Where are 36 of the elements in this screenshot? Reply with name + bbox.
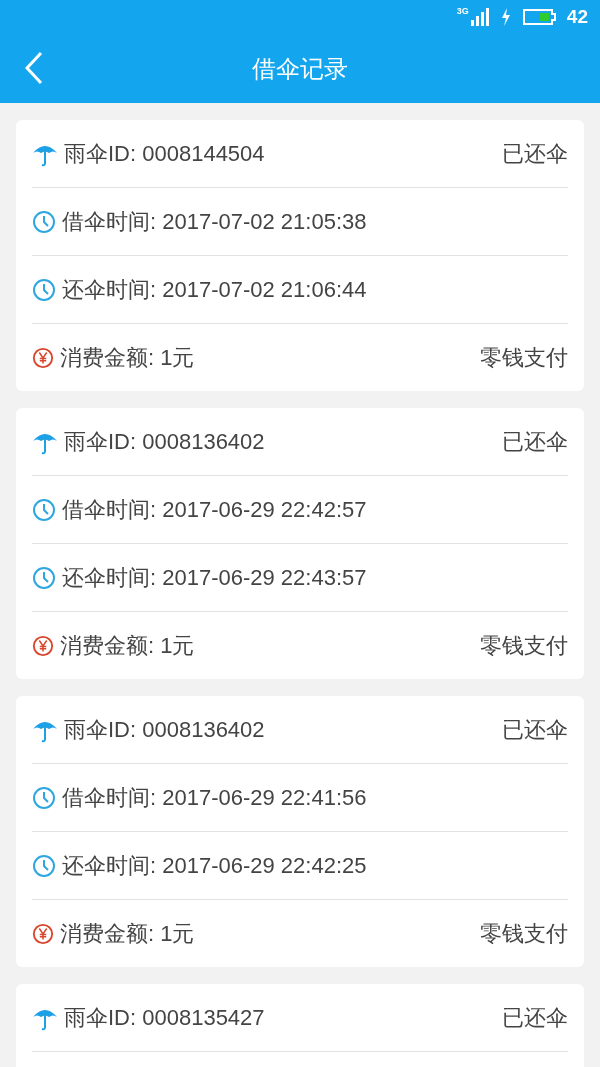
record-field: 还伞时间: 2017-06-29 22:42:25: [62, 850, 568, 881]
record-status: 已还伞: [502, 139, 568, 168]
clock-icon: [32, 497, 56, 522]
charging-icon: [500, 8, 511, 26]
record-status: 零钱支付: [480, 919, 568, 948]
record-field: 还伞时间: 2017-07-02 21:06:44: [62, 274, 568, 305]
record-status: 已还伞: [502, 1003, 568, 1032]
record-field: 消费金额: 1元: [60, 918, 480, 949]
battery-icon: [520, 8, 557, 26]
record-field: 还伞时间: 2017-06-29 22:43:57: [62, 562, 568, 593]
yen-icon: [32, 922, 54, 945]
clock-icon: [32, 277, 56, 302]
record-status: 零钱支付: [480, 631, 568, 660]
page-title: 借伞记录: [252, 53, 348, 84]
record-status: 已还伞: [502, 715, 568, 744]
record-field: 雨伞ID: 0008135427: [64, 1002, 502, 1033]
clock-icon: [32, 209, 56, 234]
back-icon: [25, 51, 43, 85]
record-field: 消费金额: 1元: [60, 342, 480, 373]
record-status: 零钱支付: [480, 343, 568, 372]
record-field: 借伞时间: 2017-07-02 21:05:38: [62, 206, 568, 237]
record-field: 雨伞ID: 0008136402: [64, 714, 502, 745]
clock-icon: [32, 785, 56, 810]
clock-icon: [32, 853, 56, 878]
record-field: 消费金额: 1元: [60, 630, 480, 661]
record-field: 借伞时间: 2017-06-29 22:42:57: [62, 494, 568, 525]
record-status: 已还伞: [502, 427, 568, 456]
signal-icon: [470, 8, 491, 26]
record-field: 雨伞ID: 0008144504: [64, 138, 502, 169]
yen-icon: [32, 634, 54, 657]
battery-level: 42: [566, 6, 588, 28]
record-field: 借伞时间: 2017-06-29 22:41:56: [62, 782, 568, 813]
network-label: 3G: [456, 6, 469, 16]
record-field: 雨伞ID: 0008136402: [64, 426, 502, 457]
clock-icon: [32, 565, 56, 590]
yen-icon: [32, 346, 54, 369]
